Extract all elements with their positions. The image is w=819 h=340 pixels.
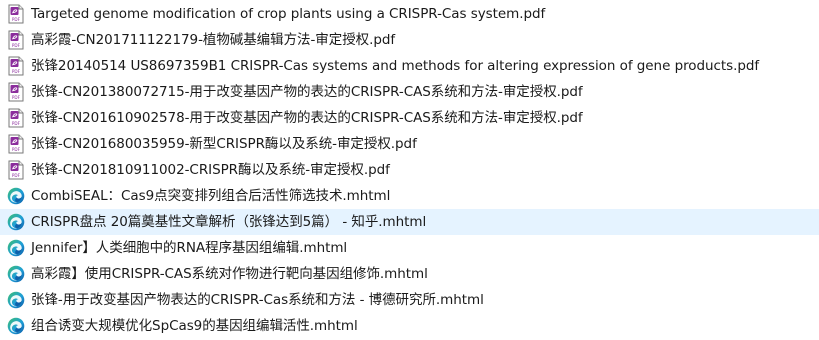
file-list-item[interactable]: CRISPR盘点 20篇奠基性文章解析（张锋达到5篇） - 知乎.mhtml bbox=[0, 209, 819, 235]
file-list-item[interactable]: 组合诱变大规模优化SpCas9的基因组编辑活性.mhtml bbox=[0, 313, 819, 339]
file-list-item[interactable]: 高彩霞】使用CRISPR-CAS系统对作物进行靶向基因组修饰.mhtml bbox=[0, 261, 819, 287]
file-name: CombiSEAL：Cas9点突变排列组合后活性筛选技术.mhtml bbox=[31, 188, 391, 204]
pdf-icon: PDF bbox=[6, 160, 26, 180]
file-name: 组合诱变大规模优化SpCas9的基因组编辑活性.mhtml bbox=[31, 318, 358, 334]
file-name: 张锋20140514 US8697359B1 CRISPR-Cas system… bbox=[31, 58, 760, 74]
svg-text:PDF: PDF bbox=[12, 43, 21, 48]
svg-text:PDF: PDF bbox=[12, 147, 21, 152]
pdf-icon: PDF bbox=[6, 82, 26, 102]
edge-icon bbox=[6, 316, 26, 336]
file-list-item[interactable]: PDF 张锋-CN201610902578-用于改变基因产物的表达的CRISPR-… bbox=[0, 105, 819, 131]
file-list-item[interactable]: PDF 高彩霞-CN201711122179-植物碱基编辑方法-审定授权.pdf bbox=[0, 27, 819, 53]
file-list-item[interactable]: CombiSEAL：Cas9点突变排列组合后活性筛选技术.mhtml bbox=[0, 183, 819, 209]
edge-icon bbox=[6, 186, 26, 206]
edge-icon bbox=[6, 238, 26, 258]
svg-text:PDF: PDF bbox=[12, 69, 21, 74]
file-name: Jennifer】人类细胞中的RNA程序基因组编辑.mhtml bbox=[31, 240, 348, 256]
file-name: 张锋-CN201810911002-CRISPR酶以及系统-审定授权.pdf bbox=[31, 162, 390, 178]
file-name: 张锋-CN201680035959-新型CRISPR酶以及系统-审定授权.pdf bbox=[31, 136, 417, 152]
file-list-item[interactable]: PDF Targeted genome modification of crop … bbox=[0, 1, 819, 27]
file-name: 高彩霞-CN201711122179-植物碱基编辑方法-审定授权.pdf bbox=[31, 32, 396, 48]
file-name: CRISPR盘点 20篇奠基性文章解析（张锋达到5篇） - 知乎.mhtml bbox=[31, 214, 427, 230]
file-list-item[interactable]: PDF 张锋-CN201380072715-用于改变基因产物的表达的CRISPR-… bbox=[0, 79, 819, 105]
pdf-icon: PDF bbox=[6, 30, 26, 50]
file-list-item[interactable]: PDF 张锋-CN201810911002-CRISPR酶以及系统-审定授权.pd… bbox=[0, 157, 819, 183]
file-name: 张锋-用于改变基因产物表达的CRISPR-Cas系统和方法 - 博德研究所.mh… bbox=[31, 292, 484, 308]
file-list-item[interactable]: PDF 张锋-CN201680035959-新型CRISPR酶以及系统-审定授权.… bbox=[0, 131, 819, 157]
file-list-item[interactable]: PDF 张锋20140514 US8697359B1 CRISPR-Cas sys… bbox=[0, 53, 819, 79]
pdf-icon: PDF bbox=[6, 56, 26, 76]
svg-text:PDF: PDF bbox=[12, 17, 21, 22]
file-name: 高彩霞】使用CRISPR-CAS系统对作物进行靶向基因组修饰.mhtml bbox=[31, 266, 428, 282]
svg-text:PDF: PDF bbox=[12, 95, 21, 100]
file-list-item[interactable]: Jennifer】人类细胞中的RNA程序基因组编辑.mhtml bbox=[0, 235, 819, 261]
file-name: 张锋-CN201610902578-用于改变基因产物的表达的CRISPR-CAS… bbox=[31, 110, 583, 126]
pdf-icon: PDF bbox=[6, 108, 26, 128]
edge-icon bbox=[6, 212, 26, 232]
pdf-icon: PDF bbox=[6, 134, 26, 154]
file-list-item[interactable]: 张锋-用于改变基因产物表达的CRISPR-Cas系统和方法 - 博德研究所.mh… bbox=[0, 287, 819, 313]
file-name: Targeted genome modification of crop pla… bbox=[31, 6, 546, 22]
svg-text:PDF: PDF bbox=[12, 173, 21, 178]
svg-text:PDF: PDF bbox=[12, 121, 21, 126]
file-list: PDF Targeted genome modification of crop … bbox=[0, 0, 819, 340]
pdf-icon: PDF bbox=[6, 4, 26, 24]
edge-icon bbox=[6, 290, 26, 310]
edge-icon bbox=[6, 264, 26, 284]
file-name: 张锋-CN201380072715-用于改变基因产物的表达的CRISPR-CAS… bbox=[31, 84, 583, 100]
